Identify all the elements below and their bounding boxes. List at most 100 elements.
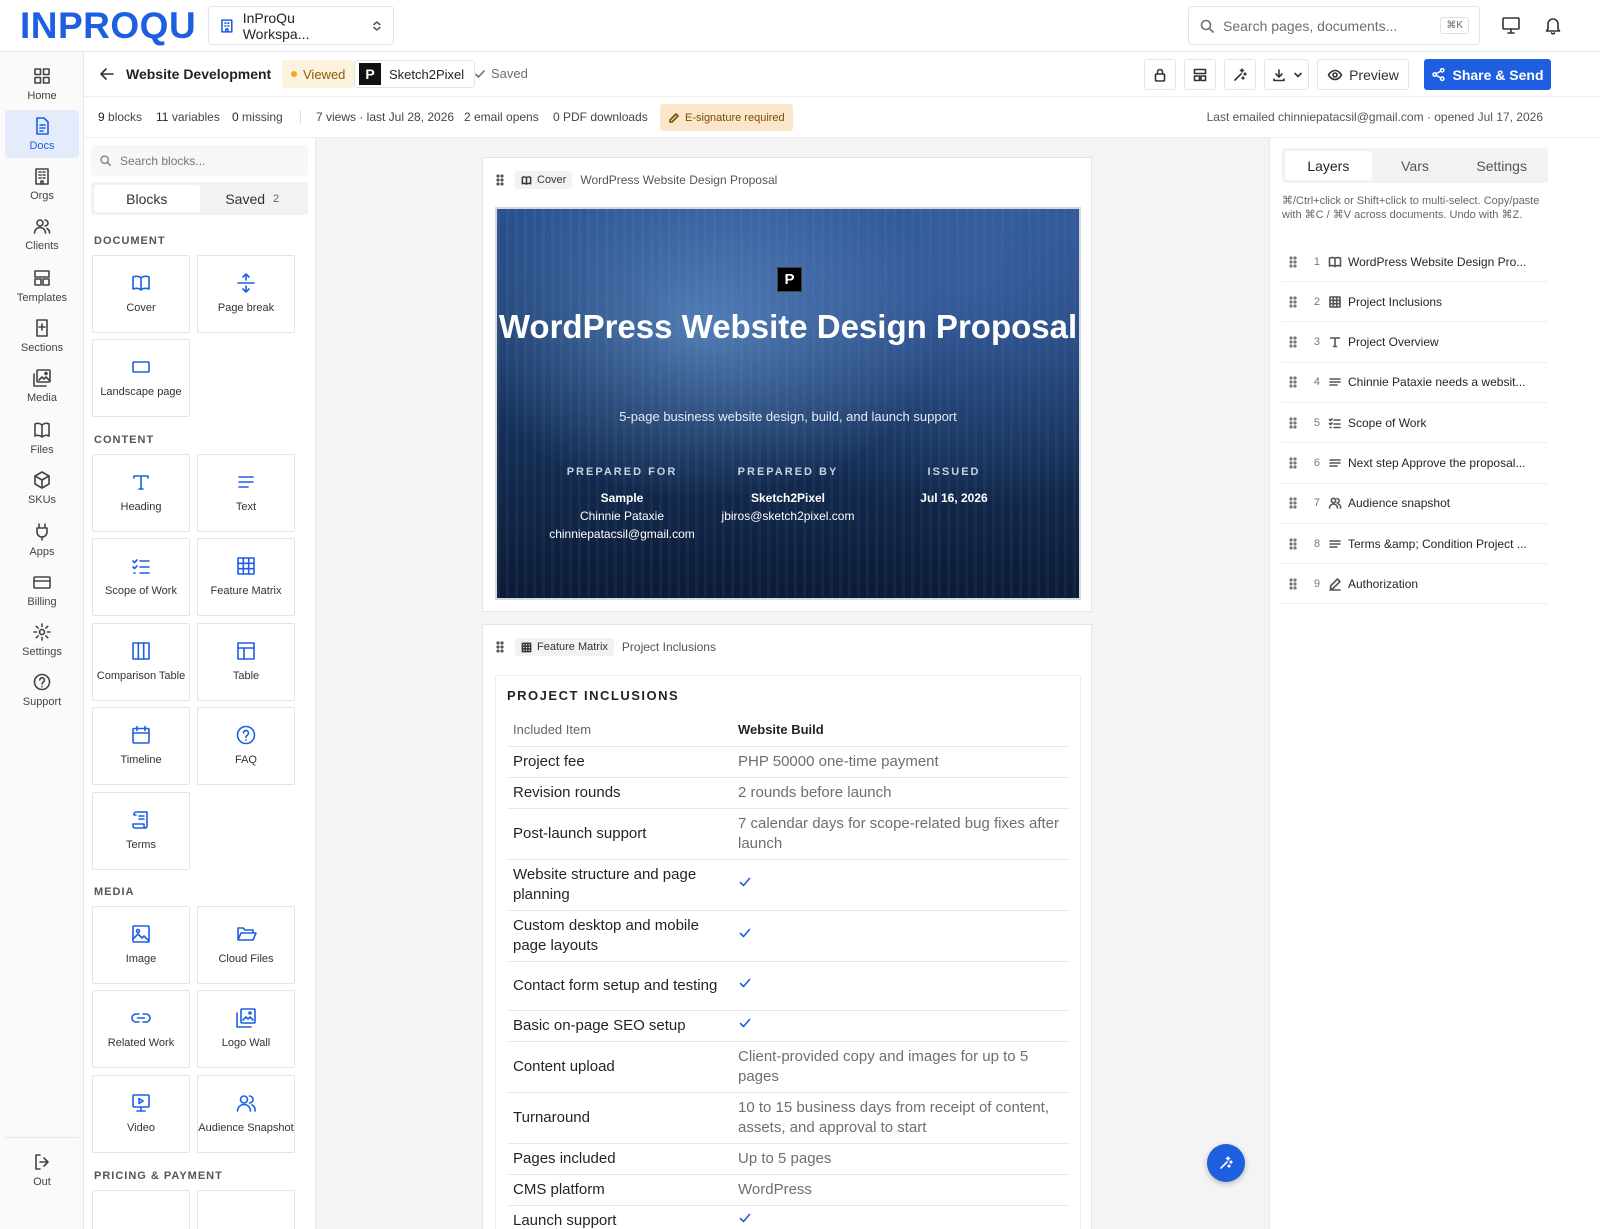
nav-settings[interactable]: Settings — [5, 616, 79, 664]
document-title[interactable]: Website Development — [126, 66, 271, 82]
layer-item[interactable]: 4 Chinnie Pataxie needs a websit... — [1282, 363, 1548, 403]
ai-button[interactable] — [1224, 59, 1256, 90]
share-send-button[interactable]: Share & Send — [1424, 59, 1551, 90]
lock-button[interactable] — [1144, 59, 1176, 90]
layer-item[interactable]: 3 Project Overview — [1282, 323, 1548, 363]
back-arrow-icon[interactable] — [98, 65, 116, 83]
block-type-tag: Feature Matrix — [515, 638, 614, 656]
drag-handle-icon[interactable] — [1286, 456, 1300, 470]
layer-item[interactable]: 7 Audience snapshot — [1282, 484, 1548, 524]
nav-sections[interactable]: Sections — [5, 312, 79, 360]
drag-handle-icon[interactable] — [1286, 416, 1300, 430]
layer-item[interactable]: 2 Project Inclusions — [1282, 282, 1548, 323]
tile-label: Landscape page — [100, 386, 182, 399]
prepared-for-org: Sample — [600, 490, 644, 505]
drag-handle-icon[interactable] — [493, 173, 507, 187]
layer-item[interactable]: 9 Authorization — [1282, 564, 1548, 605]
tile-label: Related Work — [107, 1037, 175, 1050]
nav-templates[interactable]: Templates — [5, 262, 79, 310]
block-tile-page-break[interactable]: Page break — [197, 255, 295, 333]
drag-handle-icon[interactable] — [1286, 375, 1300, 389]
section-heading-pricing: PRICING & PAYMENT — [94, 1170, 223, 1182]
nav-label: Settings — [22, 646, 62, 658]
preview-label: Preview — [1349, 66, 1399, 83]
nav-support[interactable]: Support — [5, 666, 79, 714]
bell-icon[interactable] — [1542, 14, 1564, 36]
drag-handle-icon[interactable] — [1286, 335, 1300, 349]
app-logo[interactable]: INPROQU — [20, 5, 196, 47]
cell-value: 2 rounds before launch — [732, 777, 1070, 809]
nav-out[interactable]: Out — [5, 1146, 79, 1194]
cell-value: PHP 50000 one-time payment — [732, 746, 1070, 778]
block-tile-text[interactable]: Text — [197, 454, 295, 532]
ai-assist-button[interactable] — [1207, 1144, 1245, 1182]
tab-saved-label: Saved — [225, 190, 266, 207]
block-tile-faq[interactable]: FAQ — [197, 707, 295, 785]
block-tile-image[interactable]: Image — [92, 906, 190, 984]
tab-blocks[interactable]: Blocks — [94, 185, 200, 212]
block-tile-cloud-files[interactable]: Cloud Files — [197, 906, 295, 984]
tab-layers[interactable]: Layers — [1285, 151, 1372, 180]
layer-item[interactable]: 5 Scope of Work — [1282, 403, 1548, 444]
tab-vars[interactable]: Vars — [1372, 151, 1459, 180]
global-search[interactable]: Search pages, documents... ⌘K — [1188, 6, 1480, 45]
block-search-input[interactable]: Search blocks... — [91, 145, 308, 176]
nav-media[interactable]: Media — [5, 362, 79, 410]
layer-item[interactable]: 8 Terms &amp; Condition Project ... — [1282, 524, 1548, 565]
download-button[interactable] — [1264, 59, 1309, 90]
lock-icon — [1152, 67, 1168, 83]
templates-icon — [32, 268, 52, 288]
block-tile-comparison-table[interactable]: Comparison Table — [92, 623, 190, 701]
block-tile-pricing-1[interactable] — [92, 1190, 190, 1229]
block-tile-landscape[interactable]: Landscape page — [92, 339, 190, 417]
cover-title[interactable]: WordPress Website Design Proposal — [497, 308, 1079, 345]
block-tile-related-work[interactable]: Related Work — [92, 990, 190, 1068]
check-icon — [738, 1211, 752, 1225]
nav-clients[interactable]: Clients — [5, 210, 79, 258]
drag-handle-icon[interactable] — [1286, 537, 1300, 551]
block-tile-scope-of-work[interactable]: Scope of Work — [92, 538, 190, 616]
layer-number: 3 — [1313, 336, 1320, 349]
layer-item[interactable]: 6 Next step Approve the proposal... — [1282, 444, 1548, 484]
preview-button[interactable]: Preview — [1317, 59, 1409, 90]
workspace-switcher[interactable]: InProQu Workspa... — [208, 6, 394, 45]
signature-icon — [1328, 577, 1342, 591]
monitor-icon[interactable] — [1500, 14, 1522, 36]
nav-apps[interactable]: Apps — [5, 516, 79, 564]
block-tile-audience-snapshot[interactable]: Audience Snapshot — [197, 1075, 295, 1153]
drag-handle-icon[interactable] — [1286, 496, 1300, 510]
nav-orgs[interactable]: Orgs — [5, 160, 79, 208]
nav-billing[interactable]: Billing — [5, 566, 79, 614]
nav-home[interactable]: Home — [5, 60, 79, 108]
block-tile-pricing-2[interactable] — [197, 1190, 295, 1229]
layer-label: Project Inclusions — [1348, 294, 1443, 309]
nav-skus[interactable]: SKUs — [5, 464, 79, 512]
table-row: Website structure and page planning — [507, 859, 1070, 911]
block-tile-heading[interactable]: Heading — [92, 454, 190, 532]
block-tile-timeline[interactable]: Timeline — [92, 707, 190, 785]
tab-saved[interactable]: Saved 2 — [200, 185, 306, 212]
block-tile-table[interactable]: Table — [197, 623, 295, 701]
nav-files[interactable]: Files — [5, 414, 79, 462]
drag-handle-icon[interactable] — [1286, 295, 1300, 309]
block-tile-terms[interactable]: Terms — [92, 792, 190, 870]
drag-handle-icon[interactable] — [1286, 255, 1300, 269]
layer-item[interactable]: 1 WordPress Website Design Pro... — [1282, 242, 1548, 282]
nav-label: Templates — [16, 292, 68, 304]
layer-label: Next step Approve the proposal... — [1348, 456, 1526, 470]
nav-docs[interactable]: Docs — [5, 110, 79, 158]
layout-button[interactable] — [1184, 59, 1216, 90]
feature-matrix-block[interactable]: Feature Matrix Project Inclusions PROJEC… — [482, 624, 1092, 1229]
block-tile-cover[interactable]: Cover — [92, 255, 190, 333]
block-tile-feature-matrix[interactable]: Feature Matrix — [197, 538, 295, 616]
drag-handle-icon[interactable] — [1286, 577, 1300, 591]
block-tile-logo-wall[interactable]: Logo Wall — [197, 990, 295, 1068]
cover-block[interactable]: Cover WordPress Website Design Proposal … — [482, 157, 1092, 612]
table-icon — [235, 640, 257, 662]
client-chip[interactable]: P Sketch2Pixel — [354, 60, 476, 88]
drag-handle-icon[interactable] — [493, 640, 507, 654]
cover-subtitle[interactable]: 5-page business website design, build, a… — [497, 409, 1079, 424]
block-tile-video[interactable]: Video — [92, 1075, 190, 1153]
tab-settings[interactable]: Settings — [1458, 151, 1545, 180]
share-label: Share & Send — [1452, 66, 1544, 83]
